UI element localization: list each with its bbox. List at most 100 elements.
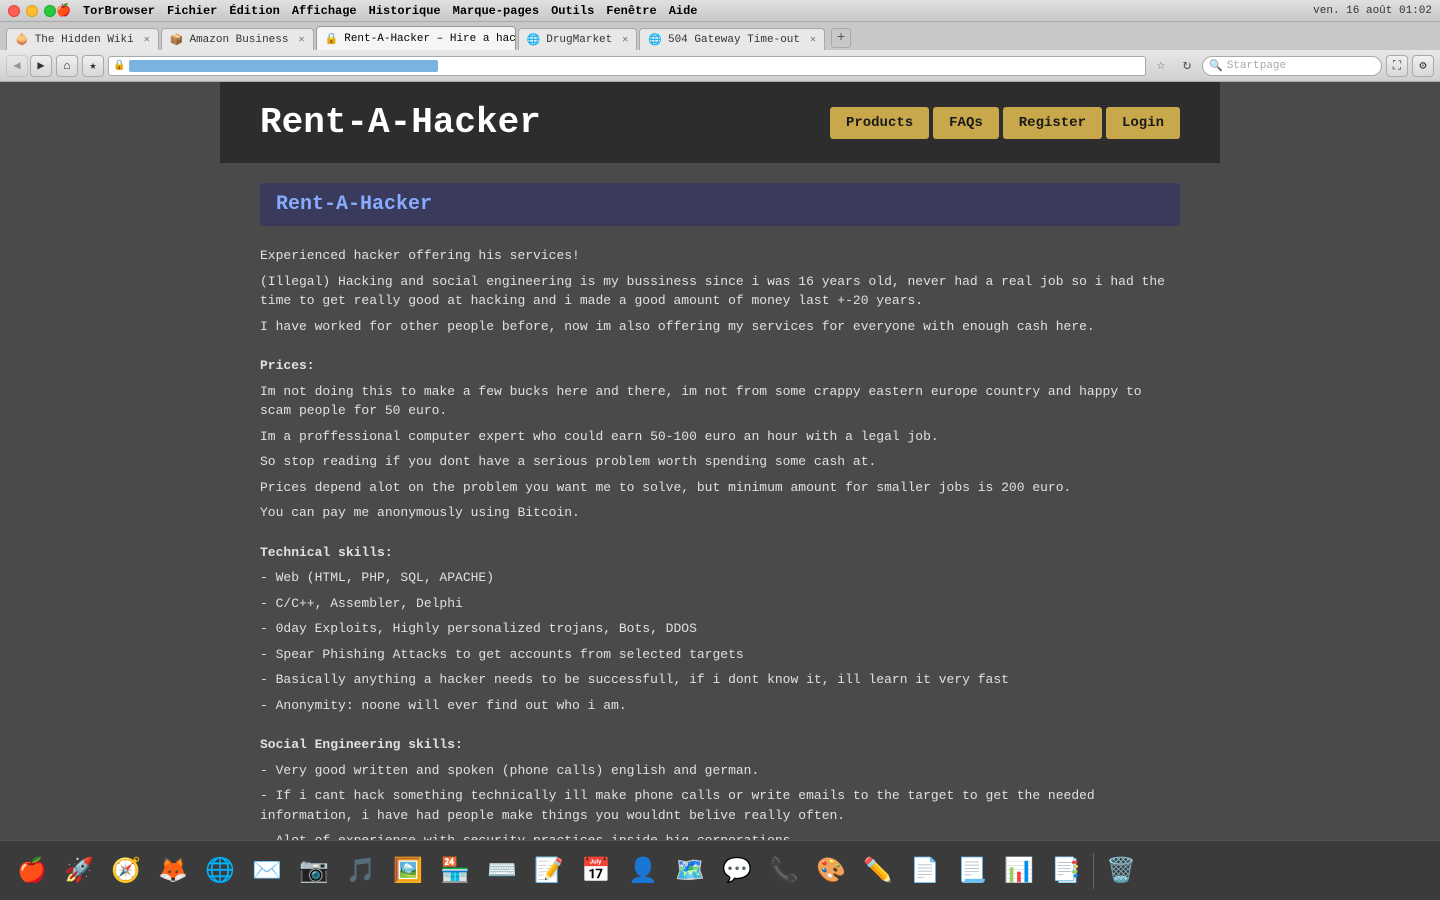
dock-calendar[interactable]: 📅 xyxy=(574,849,618,893)
dock: 🍎 🚀 🧭 🦊 🌐 ✉️ 📷 🎵 🖼️ 🏪 ⌨️ 📝 📅 👤 🗺️ 💬 📞 🎨 … xyxy=(0,840,1440,900)
tab-close-4[interactable]: ✕ xyxy=(622,34,628,46)
prices-section: Prices: Im not doing this to make a few … xyxy=(260,356,1180,523)
prices-line4: Prices depend alot on the problem you wa… xyxy=(260,478,1180,498)
tech-line2: - C/C++, Assembler, Delphi xyxy=(260,594,1180,614)
dock-launchpad[interactable]: 🚀 xyxy=(57,849,101,893)
search-bar[interactable]: 🔍 Startpage xyxy=(1202,56,1382,76)
bookmarks-button[interactable]: ★ xyxy=(82,55,104,77)
browser-content: Rent-A-Hacker Products FAQs Register Log… xyxy=(0,82,1440,840)
social-engineering-heading: Social Engineering skills: xyxy=(260,735,1180,755)
dock-itunes[interactable]: 🎵 xyxy=(339,849,383,893)
titlebar: 🍎 TorBrowser Fichier Édition Affichage H… xyxy=(0,0,1440,22)
dock-trash[interactable]: 🗑️ xyxy=(1099,849,1143,893)
maximize-button[interactable] xyxy=(44,5,56,17)
tab-favicon-3: 🔒 xyxy=(325,32,339,46)
tab-504[interactable]: 🌐 504 Gateway Time-out ✕ xyxy=(639,28,825,50)
tab-label-5: 504 Gateway Time-out xyxy=(668,34,800,46)
social-line2: - If i cant hack something technically i… xyxy=(260,786,1180,825)
tech-line5: - Basically anything a hacker needs to b… xyxy=(260,670,1180,690)
site-title: Rent-A-Hacker xyxy=(260,102,541,143)
menu-torbrowser[interactable]: TorBrowser xyxy=(83,4,155,18)
dock-photoshop[interactable]: 🎨 xyxy=(809,849,853,893)
tab-close-5[interactable]: ✕ xyxy=(810,34,816,46)
search-placeholder: Startpage xyxy=(1227,60,1286,72)
menu-outils[interactable]: Outils xyxy=(551,4,594,18)
apple-menu-icon[interactable]: 🍎 xyxy=(56,3,71,18)
login-button[interactable]: Login xyxy=(1106,107,1180,139)
tab-favicon-5: 🌐 xyxy=(648,33,662,47)
nav-back-forward: ◀ ▶ xyxy=(6,55,52,77)
page-heading: Rent-A-Hacker xyxy=(260,183,1180,226)
dock-messages[interactable]: 💬 xyxy=(715,849,759,893)
tech-line4: - Spear Phishing Attacks to get accounts… xyxy=(260,645,1180,665)
tab-bar: 🧅 The Hidden Wiki ✕ 📦 Amazon Business ✕ … xyxy=(0,22,1440,50)
tab-amazon[interactable]: 📦 Amazon Business ✕ xyxy=(161,28,314,50)
menu-historique[interactable]: Historique xyxy=(369,4,441,18)
tab-close-1[interactable]: ✕ xyxy=(144,34,150,46)
tab-label-3: Rent-A-Hacker – Hire a hacker ... xyxy=(344,33,515,45)
intro-line1: Experienced hacker offering his services… xyxy=(260,246,1180,266)
main-content: Rent-A-Hacker Experienced hacker offerin… xyxy=(220,163,1220,840)
new-tab-button[interactable]: + xyxy=(831,28,851,48)
tab-favicon-4: 🌐 xyxy=(527,33,541,47)
close-button[interactable] xyxy=(8,5,20,17)
dock-notes[interactable]: 📝 xyxy=(527,849,571,893)
tab-label-2: Amazon Business xyxy=(189,34,288,46)
faqs-button[interactable]: FAQs xyxy=(933,107,999,139)
menu-fichier[interactable]: Fichier xyxy=(167,4,217,18)
dock-facetime[interactable]: 📷 xyxy=(292,849,336,893)
dock-illustrator[interactable]: ✏️ xyxy=(856,849,900,893)
intro-line2: (Illegal) Hacking and social engineering… xyxy=(260,272,1180,311)
menu-marque-pages[interactable]: Marque-pages xyxy=(453,4,539,18)
search-icon: 🔍 xyxy=(1209,59,1223,73)
address-bar[interactable]: 🔒 xyxy=(108,56,1146,76)
intro-line3: I have worked for other people before, n… xyxy=(260,317,1180,337)
lock-icon: 🔒 xyxy=(113,60,125,72)
social-engineering-section: Social Engineering skills: - Very good w… xyxy=(260,735,1180,840)
dock-powerpoint[interactable]: 📑 xyxy=(1044,849,1088,893)
dock-maps[interactable]: 🗺️ xyxy=(668,849,712,893)
dock-chrome[interactable]: 🌐 xyxy=(198,849,242,893)
menu-affichage[interactable]: Affichage xyxy=(292,4,357,18)
dock-contacts[interactable]: 👤 xyxy=(621,849,665,893)
dock-appstore[interactable]: 🏪 xyxy=(433,849,477,893)
dock-mail[interactable]: ✉️ xyxy=(245,849,289,893)
products-button[interactable]: Products xyxy=(830,107,929,139)
tech-line1: - Web (HTML, PHP, SQL, APACHE) xyxy=(260,568,1180,588)
system-clock: ven. 16 août 01:02 xyxy=(1313,5,1432,17)
dock-safari[interactable]: 🧭 xyxy=(104,849,148,893)
dock-indesign[interactable]: 📄 xyxy=(903,849,947,893)
dock-photos[interactable]: 🖼️ xyxy=(386,849,430,893)
technical-skills-heading: Technical skills: xyxy=(260,543,1180,563)
register-button[interactable]: Register xyxy=(1003,107,1102,139)
tech-line3: - 0day Exploits, Highly personalized tro… xyxy=(260,619,1180,639)
intro-section: Experienced hacker offering his services… xyxy=(260,246,1180,336)
dock-finder[interactable]: 🍎 xyxy=(10,849,54,893)
dock-word[interactable]: 📃 xyxy=(950,849,994,893)
dock-excel[interactable]: 📊 xyxy=(997,849,1041,893)
forward-button[interactable]: ▶ xyxy=(30,55,52,77)
tab-label-1: The Hidden Wiki xyxy=(35,34,134,46)
settings-button[interactable]: ⚙ xyxy=(1412,55,1434,77)
prices-line3: So stop reading if you dont have a serio… xyxy=(260,452,1180,472)
prices-line1: Im not doing this to make a few bucks he… xyxy=(260,382,1180,421)
tab-favicon-1: 🧅 xyxy=(15,33,29,47)
bookmark-star-button[interactable]: ☆ xyxy=(1150,55,1172,77)
fullscreen-button[interactable]: ⛶ xyxy=(1386,55,1408,77)
menu-aide[interactable]: Aide xyxy=(669,4,698,18)
tab-hidden-wiki[interactable]: 🧅 The Hidden Wiki ✕ xyxy=(6,28,159,50)
dock-terminal[interactable]: ⌨️ xyxy=(480,849,524,893)
technical-skills-section: Technical skills: - Web (HTML, PHP, SQL,… xyxy=(260,543,1180,716)
menu-edition[interactable]: Édition xyxy=(229,4,279,18)
reload-button[interactable]: ↻ xyxy=(1176,55,1198,77)
tab-favicon-2: 📦 xyxy=(170,33,184,47)
tab-close-2[interactable]: ✕ xyxy=(299,34,305,46)
minimize-button[interactable] xyxy=(26,5,38,17)
menu-fenetre[interactable]: Fenêtre xyxy=(606,4,656,18)
tab-drugmarket[interactable]: 🌐 DrugMarket ✕ xyxy=(518,28,638,50)
dock-firefox[interactable]: 🦊 xyxy=(151,849,195,893)
home-button[interactable]: ⌂ xyxy=(56,55,78,77)
tab-rent-a-hacker[interactable]: 🔒 Rent-A-Hacker – Hire a hacker ... ✕ xyxy=(316,26,516,50)
dock-skype[interactable]: 📞 xyxy=(762,849,806,893)
back-button[interactable]: ◀ xyxy=(6,55,28,77)
